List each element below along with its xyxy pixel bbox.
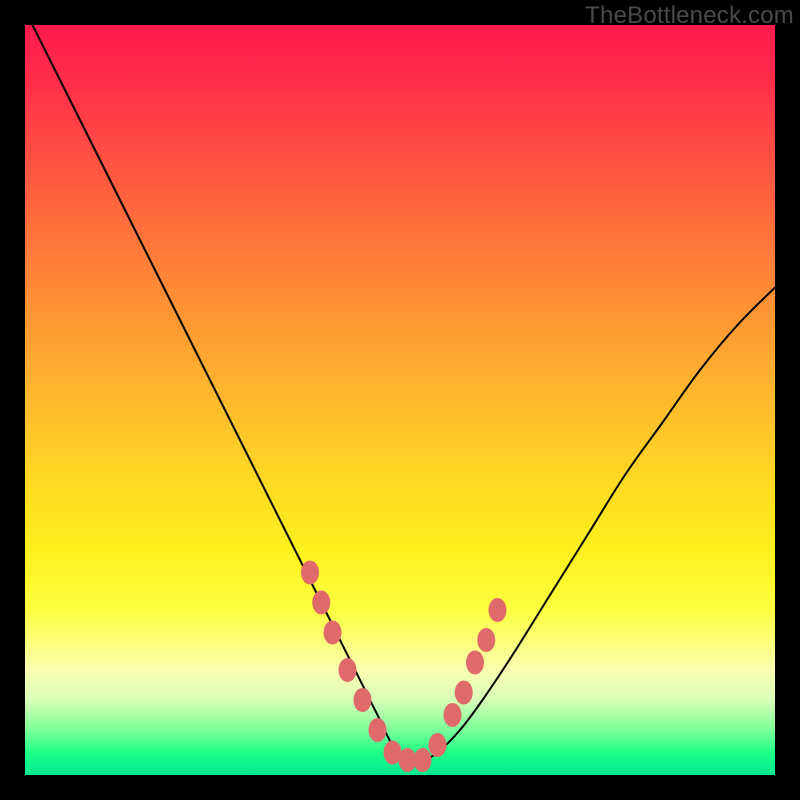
chart-gradient-background bbox=[25, 25, 775, 775]
chart-frame bbox=[25, 25, 775, 775]
watermark-text: TheBottleneck.com bbox=[585, 2, 794, 30]
